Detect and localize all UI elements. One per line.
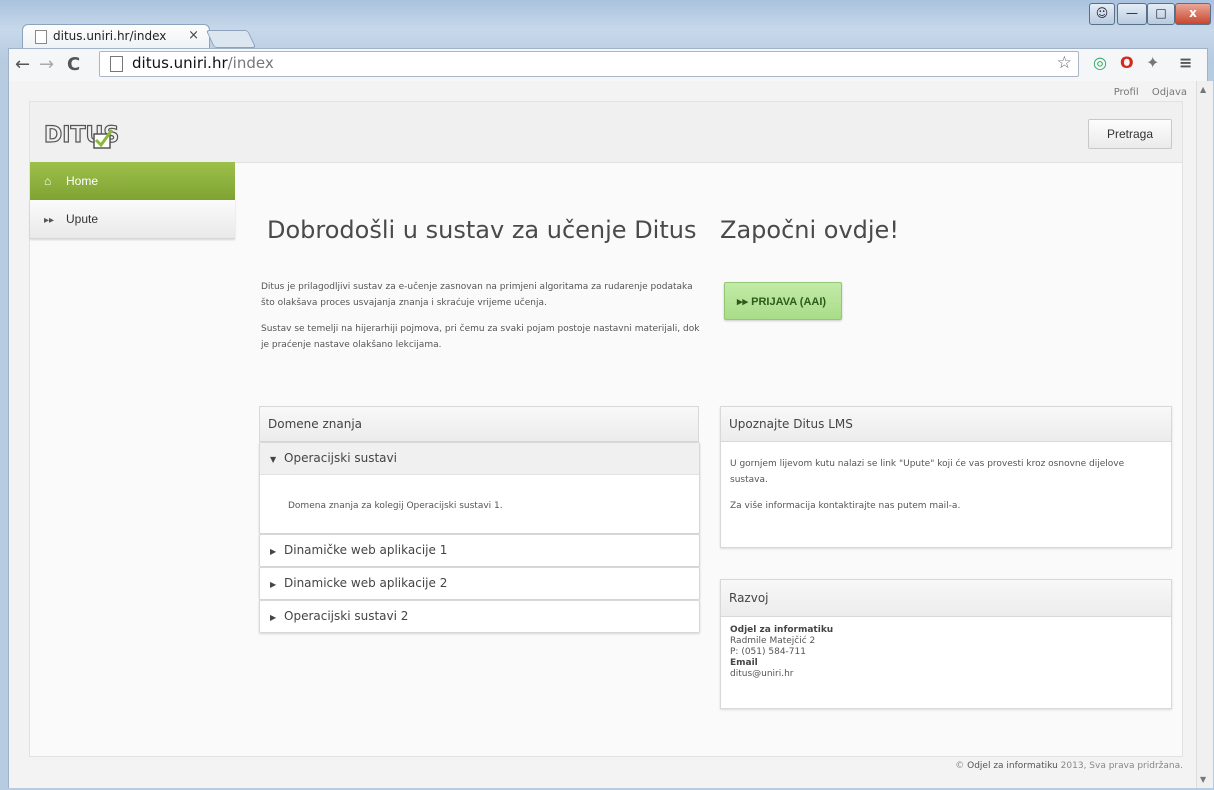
scroll-up-arrow-icon[interactable]: ▲ bbox=[1200, 85, 1206, 94]
domain-label: Operacijski sustavi bbox=[284, 451, 397, 465]
tab-title: ditus.uniri.hr/index bbox=[53, 29, 167, 43]
bookmark-star-icon[interactable]: ☆ bbox=[1057, 53, 1072, 73]
page-viewport: Profil Odjava DITUS Pretraga ⌂ Home ▸▸ Upu… bbox=[8, 81, 1197, 788]
accordion-header[interactable]: ▼ Operacijski sustavi bbox=[260, 443, 699, 475]
caret-down-icon: ▼ bbox=[270, 455, 277, 464]
caret-right-icon: ▶ bbox=[270, 613, 277, 622]
forward-arrows-icon: ▸▸ bbox=[737, 296, 752, 308]
footer-rights: 2013, Sva prava pridržana. bbox=[1060, 761, 1183, 771]
login-label: PRIJAVA (AAI) bbox=[751, 296, 827, 308]
domain-item-operacijski[interactable]: ▼ Operacijski sustavi Domena znanja za ko… bbox=[259, 442, 700, 534]
about-text: U gornjem lijevom kutu nalazi se link "U… bbox=[730, 459, 1125, 485]
about-contact-text: Za više informacija kontaktirajte nas pu… bbox=[730, 501, 961, 511]
dev-org: Odjel za informatiku bbox=[730, 625, 834, 635]
domain-item-dwa2[interactable]: ▶ Dinamicke web aplikacije 2 bbox=[259, 567, 700, 600]
site-header: DITUS Pretraga bbox=[30, 102, 1182, 163]
domain-label: Dinamičke web aplikacije 1 bbox=[284, 543, 448, 557]
account-icon[interactable]: ☺ bbox=[1089, 3, 1115, 25]
sidebar-item-label: Upute bbox=[66, 212, 99, 226]
domain-label: Operacijski sustavi 2 bbox=[284, 609, 409, 623]
extension-gray-icon[interactable]: ✦ bbox=[1146, 53, 1159, 72]
domain-description: Domena znanja za kolegij Operacijski sus… bbox=[288, 501, 503, 511]
about-heading: Upoznajte Ditus LMS bbox=[721, 407, 1171, 442]
domain-item-dwa1[interactable]: ▶ Dinamičke web aplikacije 1 bbox=[259, 534, 700, 567]
caret-right-icon: ▶ bbox=[270, 580, 277, 589]
caret-right-icon: ▶ bbox=[270, 547, 277, 556]
login-aai-button[interactable]: ▸▸ PRIJAVA (AAI) bbox=[724, 282, 842, 320]
profil-link[interactable]: Profil bbox=[1114, 87, 1139, 98]
maximize-button[interactable]: □ bbox=[1147, 3, 1175, 25]
browser-toolbar: ← → C ditus.uniri.hr/index ☆ ◎ O ✦ ≡ bbox=[8, 48, 1208, 81]
scroll-down-arrow-icon[interactable]: ▼ bbox=[1200, 775, 1206, 784]
welcome-title: Dobrodošli u sustav za učenje Ditus bbox=[267, 216, 697, 244]
extension-green-icon[interactable]: ◎ bbox=[1093, 53, 1107, 72]
browser-tab[interactable]: ditus.uniri.hr/index × bbox=[22, 24, 210, 49]
page-icon bbox=[110, 56, 123, 72]
domains-heading: Domene znanja bbox=[259, 406, 699, 442]
intro-paragraph: Sustav se temelji na hijerarhiji pojmova… bbox=[261, 324, 700, 350]
page-container: DITUS Pretraga ⌂ Home ▸▸ Upute Dobrodošli … bbox=[29, 101, 1183, 757]
domain-item-os2[interactable]: ▶ Operacijski sustavi 2 bbox=[259, 600, 700, 633]
dev-panel: Razvoj Odjel za informatiku Radmile Mate… bbox=[720, 579, 1172, 709]
reload-icon[interactable]: C bbox=[67, 54, 80, 75]
menu-icon[interactable]: ≡ bbox=[1179, 53, 1192, 72]
about-panel: Upoznajte Ditus LMS U gornjem lijevom ku… bbox=[720, 406, 1172, 548]
dev-phone: P: (051) 584-711 bbox=[730, 647, 806, 657]
footer: © Odjel za informatiku 2013, Sva prava p… bbox=[955, 761, 1183, 771]
sidebar: ⌂ Home ▸▸ Upute bbox=[30, 162, 235, 239]
close-tab-icon[interactable]: × bbox=[188, 28, 199, 43]
back-arrow-icon[interactable]: ← bbox=[15, 54, 30, 75]
sidebar-item-home[interactable]: ⌂ Home bbox=[30, 162, 235, 200]
dev-heading: Razvoj bbox=[721, 580, 1171, 617]
ditus-logo[interactable]: DITUS bbox=[42, 118, 122, 156]
forward-arrow-icon[interactable]: → bbox=[39, 54, 54, 75]
url-text[interactable]: ditus.uniri.hr/index bbox=[132, 54, 274, 72]
copyright-symbol: © bbox=[955, 761, 965, 771]
page-icon bbox=[35, 30, 47, 44]
search-button[interactable]: Pretraga bbox=[1088, 119, 1172, 149]
forward-arrows-icon: ▸▸ bbox=[44, 215, 55, 226]
home-icon: ⌂ bbox=[44, 174, 52, 188]
opera-extension-icon[interactable]: O bbox=[1120, 53, 1134, 72]
sidebar-item-upute[interactable]: ▸▸ Upute bbox=[30, 200, 235, 239]
footer-org-link[interactable]: Odjel za informatiku bbox=[967, 761, 1058, 771]
address-bar[interactable]: ditus.uniri.hr/index ☆ bbox=[99, 51, 1079, 77]
new-tab-button[interactable] bbox=[205, 30, 257, 48]
welcome-intro: Ditus je prilagodljivi sustav za e-učenj… bbox=[261, 279, 701, 363]
minimize-button[interactable]: — bbox=[1117, 3, 1147, 25]
dev-address: Radmile Matejčić 2 bbox=[730, 636, 816, 646]
dev-email-label: Email bbox=[730, 658, 758, 668]
intro-paragraph: Ditus je prilagodljivi sustav za e-učenj… bbox=[261, 282, 693, 308]
top-links: Profil Odjava bbox=[1104, 87, 1187, 98]
sidebar-item-label: Home bbox=[66, 174, 99, 188]
start-title: Započni ovdje! bbox=[720, 216, 899, 244]
odjava-link[interactable]: Odjava bbox=[1152, 87, 1187, 98]
close-window-button[interactable]: x bbox=[1175, 3, 1211, 25]
page-scrollbar[interactable]: ▲ ▼ bbox=[1196, 81, 1213, 788]
domain-label: Dinamicke web aplikacije 2 bbox=[284, 576, 448, 590]
dev-email-link[interactable]: ditus@uniri.hr bbox=[730, 669, 1162, 680]
